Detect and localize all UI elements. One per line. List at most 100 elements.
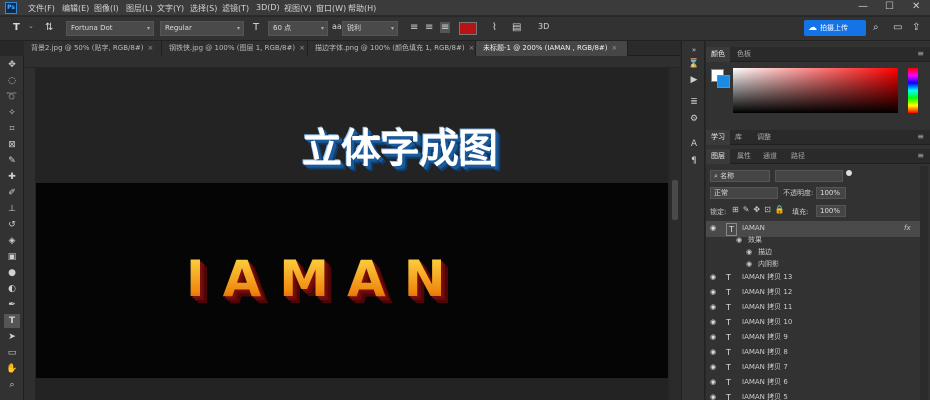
shape-tool-icon[interactable]: ▭	[4, 346, 20, 360]
anti-alias-select[interactable]: 锐利 ▾	[342, 21, 398, 36]
character-icon[interactable]: A	[688, 138, 700, 150]
visibility-eye-icon[interactable]: ◉	[710, 315, 716, 330]
close-tab-icon[interactable]: ×	[469, 44, 475, 52]
adjustments-icon[interactable]: ≣	[688, 96, 700, 108]
eraser-tool-icon[interactable]: ◈	[4, 234, 20, 248]
menu-3d[interactable]: 3D(D)	[256, 3, 280, 12]
align-right-icon[interactable]: ≡	[440, 22, 451, 33]
visibility-eye-icon[interactable]: ◉	[710, 330, 716, 345]
crop-tool-icon[interactable]: ⌗	[4, 122, 20, 136]
tab-document-4[interactable]: 未标题-1 @ 200% (IAMAN , RGB/8#) ×	[476, 41, 628, 56]
text-color-swatch[interactable]	[459, 22, 477, 35]
layer-row[interactable]: ◉ T IAMAN 拷贝 9	[706, 330, 920, 345]
menu-edit[interactable]: 编辑(E)	[62, 3, 89, 14]
tab-layers[interactable]: 图层	[706, 149, 730, 164]
healing-brush-tool-icon[interactable]: ✚	[4, 170, 20, 184]
canvas-scrollbar[interactable]	[670, 68, 680, 400]
menu-window[interactable]: 窗口(W)	[316, 3, 346, 14]
hand-tool-icon[interactable]: ✋	[4, 362, 20, 376]
font-size-select[interactable]: 60 点 ▾	[268, 21, 328, 36]
tab-document-1[interactable]: 背景2.jpg @ 50% (贴字, RGB/8#) ×	[24, 41, 162, 56]
color-field[interactable]	[733, 68, 898, 113]
collapse-icon[interactable]: »	[688, 44, 700, 56]
type-tool-icon[interactable]: T	[13, 22, 20, 33]
workspace-icon[interactable]: ▭	[893, 22, 902, 33]
lock-icons[interactable]: ⊞✎✥⊡🔒	[732, 205, 789, 214]
tool-preset-chevron-icon[interactable]: ⌄	[28, 22, 34, 30]
opacity-input[interactable]: 100%	[816, 187, 846, 199]
layer-row[interactable]: ◉ T IAMAN 拷贝 6	[706, 375, 920, 390]
hue-slider[interactable]	[908, 68, 918, 113]
layers-scrollbar[interactable]	[920, 166, 928, 400]
font-family-select[interactable]: Fortuna Dot ▾	[66, 21, 154, 36]
magic-wand-tool-icon[interactable]: ✧	[4, 106, 20, 120]
move-tool-icon[interactable]: ✥	[4, 58, 20, 72]
close-tab-icon[interactable]: ×	[147, 44, 153, 52]
type-tool-icon[interactable]: T	[4, 314, 20, 328]
orientation-toggle-icon[interactable]: ⇅	[45, 22, 53, 33]
actions-icon[interactable]: ▶	[688, 74, 700, 86]
eyedropper-tool-icon[interactable]: ✎	[4, 154, 20, 168]
layer-row[interactable]: ◉ T IAMAN 拷贝 12	[706, 285, 920, 300]
marquee-tool-icon[interactable]: ◌	[4, 74, 20, 88]
warp-text-icon[interactable]: ⌇	[492, 22, 497, 33]
layer-row[interactable]: ◉ T IAMAN 拷贝 7	[706, 360, 920, 375]
tab-channels[interactable]: 通道	[758, 149, 782, 164]
path-selection-tool-icon[interactable]: ➤	[4, 330, 20, 344]
visibility-eye-icon[interactable]: ◉	[710, 390, 716, 400]
history-brush-tool-icon[interactable]: ↺	[4, 218, 20, 232]
close-tab-icon[interactable]: ×	[612, 44, 618, 52]
menu-help[interactable]: 帮助(H)	[348, 3, 376, 14]
visibility-eye-icon[interactable]: ◉	[710, 360, 716, 375]
lasso-tool-icon[interactable]: ➰	[4, 90, 20, 104]
tab-swatches[interactable]: 色板	[732, 47, 756, 62]
clone-stamp-tool-icon[interactable]: ⊥	[4, 202, 20, 216]
zoom-tool-icon[interactable]: ⌕	[4, 378, 20, 392]
visibility-eye-icon[interactable]: ◉	[710, 345, 716, 360]
tab-color[interactable]: 颜色	[706, 47, 730, 62]
menu-file[interactable]: 文件(F)	[28, 3, 55, 14]
visibility-eye-icon[interactable]: ◉	[710, 270, 716, 285]
tab-document-3[interactable]: 描边字体.png @ 100% (颜色填充 1, RGB/8#) ×	[308, 41, 476, 56]
maximize-button[interactable]: ☐	[885, 1, 894, 12]
menu-image[interactable]: 图像(I)	[94, 3, 119, 14]
search-icon[interactable]: ⌕	[873, 22, 879, 33]
layer-row[interactable]: ◉ T IAMAN 拷贝 8	[706, 345, 920, 360]
menu-filter[interactable]: 滤镜(T)	[222, 3, 249, 14]
filter-toggle-icon[interactable]	[846, 170, 852, 176]
paragraph-icon[interactable]: ¶	[688, 155, 700, 167]
frame-tool-icon[interactable]: ⊠	[4, 138, 20, 152]
menu-select[interactable]: 选择(S)	[190, 3, 217, 14]
layer-row[interactable]: ◉ T IAMAN 拷贝 5	[706, 390, 920, 400]
visibility-eye-icon[interactable]: ◉	[710, 300, 716, 315]
menu-view[interactable]: 视图(V)	[284, 3, 312, 14]
panel-menu-icon[interactable]: ≡	[917, 49, 924, 58]
visibility-eye-icon[interactable]: ◉	[710, 285, 716, 300]
tab-libraries[interactable]: 库	[730, 130, 747, 145]
align-center-icon[interactable]: ≡	[425, 22, 433, 33]
minimize-button[interactable]: —	[858, 1, 868, 12]
layer-filter-select[interactable]: ⌕ 名称	[710, 170, 770, 182]
align-left-icon[interactable]: ≡	[410, 22, 418, 33]
panel-menu-icon[interactable]: ≡	[917, 151, 924, 160]
character-panel-icon[interactable]: ▤	[512, 22, 521, 33]
tab-properties[interactable]: 属性	[732, 149, 756, 164]
visibility-eye-icon[interactable]: ◉	[710, 375, 716, 390]
background-color-swatch[interactable]	[717, 75, 730, 88]
properties-icon[interactable]: ⚙	[688, 113, 700, 125]
close-window-button[interactable]: ✕	[912, 1, 920, 12]
blend-mode-select[interactable]: 正常	[710, 187, 778, 199]
tab-adjustments[interactable]: 调整	[752, 130, 776, 145]
tab-document-2[interactable]: 钢铁侠.jpg @ 100% (图层 1, RGB/8#) ×	[162, 41, 308, 56]
layer-filter-input[interactable]	[775, 170, 843, 182]
upload-button[interactable]: ☁ 拍摄上传	[804, 20, 866, 36]
share-icon[interactable]: ⇪	[912, 22, 920, 33]
fill-input[interactable]: 100%	[816, 205, 846, 217]
menu-layer[interactable]: 图层(L)	[126, 3, 153, 14]
menu-type[interactable]: 文字(Y)	[157, 3, 184, 14]
font-style-select[interactable]: Regular ▾	[160, 21, 244, 36]
3d-icon[interactable]: 3D	[538, 22, 549, 31]
layer-row[interactable]: ◉ T IAMAN 拷贝 13	[706, 270, 920, 285]
pen-tool-icon[interactable]: ✒	[4, 298, 20, 312]
blur-tool-icon[interactable]: ●	[4, 266, 20, 280]
